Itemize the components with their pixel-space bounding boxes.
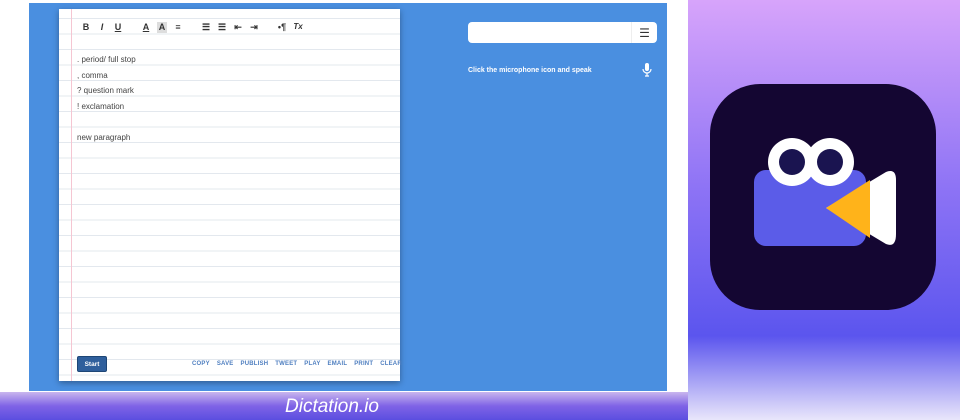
ordered-list-button[interactable]: ☰ [201, 22, 211, 33]
editor-line: ! exclamation [77, 102, 125, 111]
margin-line [71, 9, 72, 381]
publish-link[interactable]: PUBLISH [241, 361, 269, 367]
italic-button[interactable]: I [97, 22, 107, 33]
clear-format-button[interactable]: Tx [293, 22, 303, 33]
tweet-link[interactable]: TWEET [275, 361, 297, 367]
start-button[interactable]: Start [77, 356, 107, 372]
indent-button[interactable]: ⇥ [249, 22, 259, 33]
outdent-button[interactable]: ⇤ [233, 22, 243, 33]
editor-line: , comma [77, 71, 108, 80]
editor-line: . period/ full stop [77, 55, 136, 64]
hint-text: Click the microphone icon and speak [468, 67, 592, 74]
format-toolbar: B I U A A ≡ ☰ ☰ ⇤ ⇥ •¶ Tx [81, 22, 303, 33]
bold-button[interactable]: B [81, 22, 91, 33]
play-link[interactable]: PLAY [304, 361, 320, 367]
editor-line: new paragraph [77, 133, 131, 142]
copy-link[interactable]: COPY [192, 361, 210, 367]
bg-color-button[interactable]: A [157, 22, 167, 33]
action-links: COPY SAVE PUBLISH TWEET PLAY EMAIL PRINT… [192, 361, 402, 367]
microphone-icon[interactable] [642, 63, 652, 77]
align-button[interactable]: ≡ [173, 22, 183, 33]
email-link[interactable]: EMAIL [328, 361, 348, 367]
app-icon [710, 84, 936, 310]
clear-link[interactable]: CLEAR [380, 361, 402, 367]
editor-line: ? question mark [77, 86, 134, 95]
app-screenshot: B I U A A ≡ ☰ ☰ ⇤ ⇥ •¶ Tx . period/ full… [29, 3, 667, 391]
print-link[interactable]: PRINT [354, 361, 373, 367]
brand-caption: Dictation.io [285, 396, 379, 417]
paragraph-button[interactable]: •¶ [277, 22, 287, 33]
editor-paper[interactable]: B I U A A ≡ ☰ ☰ ⇤ ⇥ •¶ Tx . period/ full… [59, 9, 402, 381]
font-color-button[interactable]: A [141, 22, 151, 33]
language-search-input[interactable]: ☰ [468, 22, 657, 43]
logo-panel [688, 0, 960, 420]
bullet-list-button[interactable]: ☰ [217, 22, 227, 33]
underline-button[interactable]: U [113, 22, 123, 33]
camera-mascot-icon [754, 138, 896, 246]
save-link[interactable]: SAVE [217, 361, 234, 367]
menu-icon[interactable]: ☰ [631, 22, 657, 43]
